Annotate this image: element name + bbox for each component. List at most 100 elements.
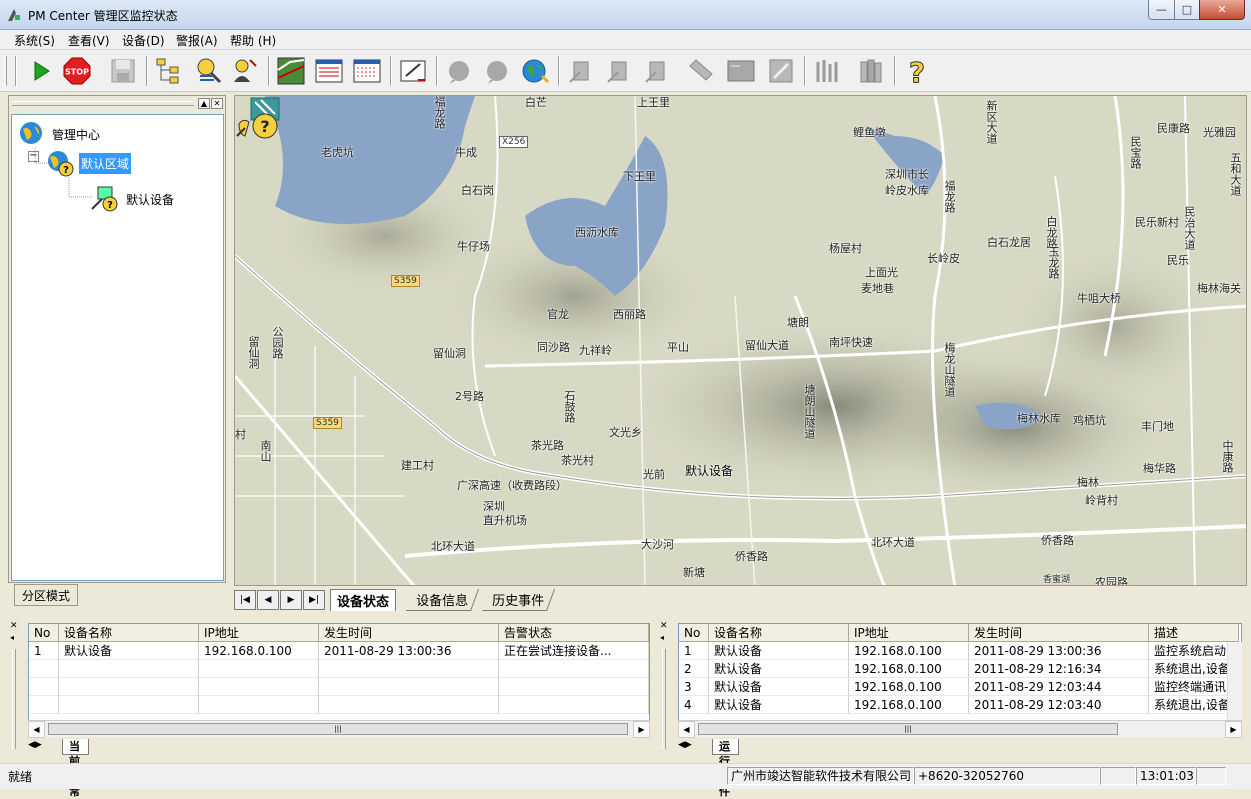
- tree-icon[interactable]: [152, 54, 186, 88]
- last-tab-button[interactable]: ▶|: [303, 590, 325, 610]
- save-icon[interactable]: [106, 54, 140, 88]
- map-label: 侨香路: [735, 550, 768, 563]
- table-cell: [499, 696, 649, 714]
- scroll-left-arrow[interactable]: ◀: [678, 721, 695, 738]
- column-header[interactable]: IP地址: [199, 624, 319, 642]
- pane-gripper[interactable]: [12, 101, 194, 106]
- tab-current-alarms[interactable]: 当前异常: [62, 739, 89, 798]
- tree-node-zone[interactable]: ? 默认区域: [45, 148, 132, 178]
- table-cell: 192.168.0.100: [849, 696, 969, 714]
- help-icon[interactable]: ?: [900, 54, 934, 88]
- menu-device[interactable]: 设备(D): [122, 32, 165, 49]
- column-header[interactable]: 设备名称: [709, 624, 849, 642]
- table-cell: 监控系统启动: [1149, 642, 1239, 660]
- map-label: 福龙路: [943, 180, 956, 213]
- column-header[interactable]: No: [29, 624, 59, 642]
- column-header[interactable]: 告警状态: [499, 624, 649, 642]
- window-list-icon[interactable]: [312, 54, 346, 88]
- map-label: 梅林水库: [1017, 412, 1061, 425]
- first-tab-button[interactable]: |◀: [234, 590, 256, 610]
- map-label: 上王里: [637, 96, 670, 109]
- status-empty: [1196, 767, 1226, 785]
- scroll-right-arrow[interactable]: ▶: [1225, 721, 1242, 738]
- zone-globe-icon: ?: [48, 151, 74, 177]
- play-icon[interactable]: [24, 54, 58, 88]
- map-label: 西丽路: [613, 308, 646, 321]
- column-header[interactable]: 发生时间: [319, 624, 499, 642]
- column-header[interactable]: 描述: [1149, 624, 1239, 642]
- tab-device-info[interactable]: 设备信息: [405, 589, 480, 611]
- tab-history-events[interactable]: 历史事件: [481, 589, 556, 611]
- map-label: 茶光村: [561, 454, 594, 467]
- status-company: 广州市竣达智能软件技术有限公司: [727, 767, 914, 785]
- scroll-thumb[interactable]: |||: [48, 723, 628, 735]
- prev-tab-button[interactable]: ◀: [257, 590, 279, 610]
- column-header[interactable]: 设备名称: [59, 624, 199, 642]
- tree-node-root[interactable]: 管理中心: [18, 120, 102, 148]
- table-cell: 1: [29, 642, 59, 660]
- table-row[interactable]: 1 默认设备 192.168.0.100 2011-08-29 13:00:36 监控系…: [679, 642, 1239, 660]
- map-label: 牛咀大桥: [1077, 292, 1121, 305]
- panel-close-icon[interactable]: ✕: [660, 621, 668, 631]
- zone-mode-button[interactable]: 分区模式: [14, 584, 78, 606]
- menu-help[interactable]: 帮助 (H): [230, 32, 276, 49]
- column-header[interactable]: IP地址: [849, 624, 969, 642]
- table-cell: 默认设备: [709, 660, 849, 678]
- minimize-button[interactable]: —: [1148, 0, 1175, 20]
- next-tab-button[interactable]: ▶: [280, 590, 302, 610]
- wrench-icon: [764, 54, 798, 88]
- toolbar-separator: [894, 56, 896, 86]
- map-label: 北环大道: [431, 540, 475, 553]
- globe-icon[interactable]: [518, 54, 552, 88]
- stop-icon[interactable]: STOP: [60, 54, 94, 88]
- pane-minimize-button[interactable]: ▲: [198, 98, 210, 109]
- map-view[interactable]: 老虎坑 牛成 白石岗 牛仔场 西沥水库 下王里 上王里 白芒 官龙 西丽路 同沙…: [234, 95, 1247, 586]
- table-row[interactable]: 2 默认设备 192.168.0.100 2011-08-29 12:16:34 系统退…: [679, 660, 1239, 678]
- table-row[interactable]: [29, 678, 649, 696]
- menu-alarm[interactable]: 警报(A): [176, 32, 218, 49]
- pane-close-button[interactable]: ✕: [211, 98, 223, 109]
- column-header[interactable]: 发生时间: [969, 624, 1149, 642]
- alarm-user-icon[interactable]: [228, 54, 262, 88]
- panel-gripper[interactable]: [662, 649, 666, 749]
- bubble-icon: [442, 54, 476, 88]
- table-row[interactable]: 4 默认设备 192.168.0.100 2011-08-29 12:03:40 系统退…: [679, 696, 1239, 714]
- window-red-icon[interactable]: [350, 54, 384, 88]
- menu-view[interactable]: 查看(V): [68, 32, 110, 49]
- tree-expander[interactable]: −: [28, 151, 39, 162]
- tree-node-device[interactable]: ? 默认设备: [90, 185, 176, 213]
- search-alarm-icon[interactable]: [192, 54, 226, 88]
- panel-pin-icon[interactable]: ◂: [660, 633, 664, 642]
- tab-nav-arrows[interactable]: ◀▶: [28, 740, 42, 750]
- table-row[interactable]: [29, 660, 649, 678]
- status-empty: [1100, 767, 1136, 785]
- line-chart-icon[interactable]: [274, 54, 308, 88]
- status-time: 13:01:03: [1136, 767, 1196, 785]
- panel-gripper[interactable]: [12, 649, 16, 749]
- tab-device-status[interactable]: 设备状态: [330, 589, 397, 611]
- table-row[interactable]: 1 默认设备 192.168.0.100 2011-08-29 13:00:36 正在尝…: [29, 642, 649, 660]
- tab-run-events[interactable]: 运行事件: [712, 739, 739, 798]
- close-button[interactable]: ✕: [1199, 0, 1245, 20]
- edit-icon[interactable]: [396, 54, 430, 88]
- scroll-thumb[interactable]: |||: [698, 723, 1118, 735]
- device-marker-icon[interactable]: ?: [235, 96, 283, 144]
- maximize-button[interactable]: □: [1174, 0, 1200, 20]
- menu-system[interactable]: 系统(S): [14, 32, 55, 49]
- table-row[interactable]: 3 默认设备 192.168.0.100 2011-08-29 12:03:44 监控终…: [679, 678, 1239, 696]
- column-header[interactable]: No: [679, 624, 709, 642]
- panel-close-icon[interactable]: ✕: [10, 621, 18, 631]
- road-shield: X256: [499, 136, 529, 148]
- tab-nav-arrows[interactable]: ◀▶: [678, 740, 692, 750]
- table-row[interactable]: [29, 696, 649, 714]
- table-cell: 系统退出,设备: [1149, 660, 1239, 678]
- map-label: 公园路: [271, 326, 284, 359]
- alarm-hscrollbar[interactable]: ◀ ||| ▶: [28, 720, 650, 738]
- scroll-left-arrow[interactable]: ◀: [28, 721, 45, 738]
- panel-pin-icon[interactable]: ◂: [10, 633, 14, 642]
- events-hscrollbar[interactable]: ◀ ||| ▶: [678, 720, 1242, 738]
- device-marker-label[interactable]: 默认设备: [685, 462, 733, 479]
- map-label: 同沙路: [537, 341, 570, 354]
- events-vscrollbar[interactable]: [1227, 642, 1242, 720]
- scroll-right-arrow[interactable]: ▶: [633, 721, 650, 738]
